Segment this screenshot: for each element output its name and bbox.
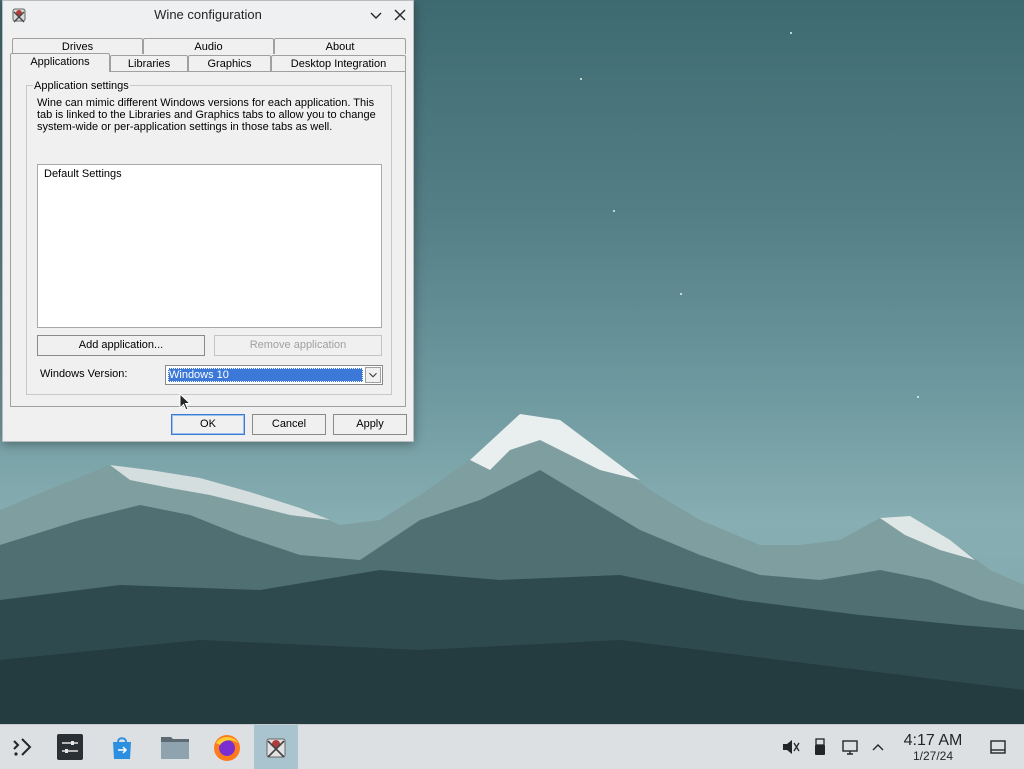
cancel-button[interactable]: Cancel (252, 414, 326, 435)
minimize-chevron-icon[interactable] (367, 6, 385, 24)
apply-button[interactable]: Apply (333, 414, 407, 435)
windows-version-value: Windows 10 (168, 368, 363, 382)
usb-icon[interactable] (810, 737, 830, 757)
windows-version-label: Windows Version: (40, 368, 128, 380)
tab-desktop-integration[interactable]: Desktop Integration (271, 55, 406, 71)
system-settings-icon (57, 734, 83, 760)
list-item[interactable]: Default Settings (44, 168, 122, 180)
app-launcher-icon (13, 738, 32, 756)
application-list[interactable]: Default Settings (37, 164, 382, 328)
tab-drives[interactable]: Drives (12, 38, 143, 54)
ok-button[interactable]: OK (171, 414, 245, 435)
title-bar[interactable]: Wine configuration (3, 1, 413, 29)
clock-time[interactable]: 4:17 AM (896, 732, 970, 750)
tab-audio[interactable]: Audio (143, 38, 274, 54)
windows-version-select[interactable]: Windows 10 (165, 365, 383, 385)
description-text: Wine can mimic different Windows version… (37, 97, 376, 133)
group-title: Application settings (33, 80, 130, 92)
discover-icon (113, 737, 131, 759)
wine-task-button[interactable] (254, 725, 298, 769)
mouse-cursor-icon (179, 393, 191, 411)
taskbar: 4:17 AM 1/27/24 (0, 724, 1024, 769)
firefox-button[interactable] (204, 725, 248, 769)
network-icon[interactable] (840, 737, 860, 757)
discover-button[interactable] (100, 725, 144, 769)
tab-libraries[interactable]: Libraries (110, 55, 188, 71)
volume-muted-icon[interactable] (780, 737, 800, 757)
tab-about[interactable]: About (274, 38, 406, 54)
system-settings-button[interactable] (48, 725, 92, 769)
wine-configuration-window: Wine configuration Drives Audio About Ap… (2, 0, 414, 442)
expand-tray-icon[interactable] (868, 737, 888, 757)
tab-applications[interactable]: Applications (10, 53, 110, 72)
app-launcher-button[interactable] (0, 725, 44, 769)
close-icon[interactable] (391, 6, 409, 24)
file-manager-button[interactable] (152, 725, 196, 769)
chevron-down-icon[interactable] (365, 367, 381, 383)
window-title: Wine configuration (154, 7, 262, 22)
add-application-button[interactable]: Add application... (37, 335, 205, 356)
firefox-icon (214, 735, 240, 761)
clock-date[interactable]: 1/27/24 (896, 749, 970, 763)
tab-graphics[interactable]: Graphics (188, 55, 271, 71)
file-manager-icon (161, 737, 189, 759)
remove-application-button[interactable]: Remove application (214, 335, 382, 356)
wine-icon (266, 738, 286, 758)
show-desktop-icon[interactable] (988, 737, 1008, 757)
